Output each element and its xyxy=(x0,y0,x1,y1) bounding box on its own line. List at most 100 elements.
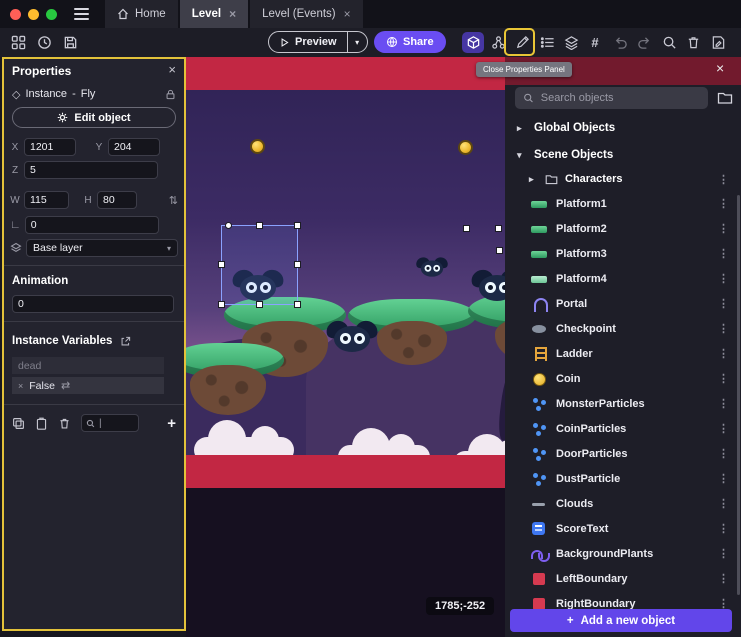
selection-handle[interactable] xyxy=(294,261,301,268)
edit-events-icon[interactable] xyxy=(707,32,729,53)
maximize-window-button[interactable] xyxy=(46,9,57,20)
layers-panel-icon[interactable] xyxy=(560,32,582,53)
coin-instance[interactable] xyxy=(458,140,473,155)
instances-list-icon[interactable] xyxy=(536,32,558,53)
tab-home[interactable]: Home xyxy=(105,0,178,28)
object-item-backgroundplants[interactable]: BackgroundPlants⋮ xyxy=(505,541,741,566)
object-menu-icon[interactable]: ⋮ xyxy=(718,222,729,235)
object-item-portal[interactable]: Portal⋮ xyxy=(505,291,741,316)
x-input[interactable] xyxy=(24,138,76,156)
selection-handle[interactable] xyxy=(218,261,225,268)
object-item-platform4[interactable]: Platform4⋮ xyxy=(505,266,741,291)
close-window-button[interactable] xyxy=(10,9,21,20)
object-menu-icon[interactable]: ⋮ xyxy=(718,372,729,385)
object-item-platform3[interactable]: Platform3⋮ xyxy=(505,241,741,266)
object-item-checkpoint[interactable]: Checkpoint⋮ xyxy=(505,316,741,341)
selection-handle[interactable] xyxy=(495,225,502,232)
variable-name-row[interactable]: dead xyxy=(12,357,164,374)
selection-handle[interactable] xyxy=(496,247,503,254)
object-menu-icon[interactable]: ⋮ xyxy=(718,347,729,360)
tab-level[interactable]: Level × xyxy=(180,0,248,28)
preview-options-dropdown[interactable]: ▾ xyxy=(347,32,367,52)
delete-icon[interactable] xyxy=(682,32,704,53)
platform-island[interactable] xyxy=(186,343,284,415)
close-properties-icon[interactable]: × xyxy=(168,62,176,77)
save-icon[interactable] xyxy=(59,32,81,53)
toggle-value-icon[interactable]: ⇄ xyxy=(61,379,70,392)
group-scene-objects[interactable]: ▾ Scene Objects xyxy=(505,144,741,166)
close-tab-icon[interactable]: × xyxy=(344,7,351,21)
tab-level-events[interactable]: Level (Events) × xyxy=(250,0,363,28)
fly-instance[interactable] xyxy=(324,320,380,356)
search-objects-box[interactable] xyxy=(515,87,708,109)
selection-handle[interactable] xyxy=(218,301,225,308)
object-item-dustparticle[interactable]: DustParticle⋮ xyxy=(505,466,741,491)
objects-scrollbar[interactable] xyxy=(737,195,740,595)
selection-box[interactable] xyxy=(221,225,298,305)
add-variable-button[interactable]: + xyxy=(167,415,176,432)
undo-icon[interactable] xyxy=(609,32,631,53)
object-item-platform1[interactable]: Platform1⋮ xyxy=(505,191,741,216)
selection-handle[interactable] xyxy=(256,301,263,308)
main-menu-icon[interactable] xyxy=(74,8,89,20)
object-item-ladder[interactable]: Ladder⋮ xyxy=(505,341,741,366)
object-item-coin[interactable]: Coin⋮ xyxy=(505,366,741,391)
object-item-coinparticles[interactable]: CoinParticles⋮ xyxy=(505,416,741,441)
edit-object-button[interactable]: Edit object xyxy=(12,107,176,128)
selection-handle[interactable] xyxy=(225,222,232,229)
coin-instance[interactable] xyxy=(250,139,265,154)
paste-icon[interactable] xyxy=(35,417,48,430)
variables-search-box[interactable]: | xyxy=(81,414,139,432)
width-input[interactable] xyxy=(24,191,69,209)
object-menu-icon[interactable]: ⋮ xyxy=(718,247,729,260)
trash-icon[interactable] xyxy=(58,417,71,430)
selection-handle[interactable] xyxy=(294,301,301,308)
object-menu-icon[interactable]: ⋮ xyxy=(718,547,729,560)
object-menu-icon[interactable]: ⋮ xyxy=(718,447,729,460)
item-menu-icon[interactable]: ⋮ xyxy=(718,173,729,186)
angle-input[interactable] xyxy=(25,216,159,234)
lock-icon[interactable] xyxy=(165,89,176,100)
height-input[interactable] xyxy=(97,191,137,209)
selection-handle[interactable] xyxy=(256,222,263,229)
object-menu-icon[interactable]: ⋮ xyxy=(718,297,729,310)
object-groups-icon[interactable] xyxy=(487,32,509,53)
open-projects-icon[interactable] xyxy=(7,32,29,53)
object-menu-icon[interactable]: ⋮ xyxy=(718,322,729,335)
search-objects-input[interactable] xyxy=(541,92,700,104)
object-item-platform2[interactable]: Platform2⋮ xyxy=(505,216,741,241)
share-button[interactable]: Share xyxy=(374,31,446,53)
object-menu-icon[interactable]: ⋮ xyxy=(718,572,729,585)
object-menu-icon[interactable]: ⋮ xyxy=(718,397,729,410)
grid-options-icon[interactable]: # xyxy=(584,32,606,53)
object-menu-icon[interactable]: ⋮ xyxy=(718,497,729,510)
layer-select[interactable]: Base layer ▾ xyxy=(26,239,178,257)
object-menu-icon[interactable]: ⋮ xyxy=(718,522,729,535)
copy-icon[interactable] xyxy=(12,417,25,430)
selection-handle[interactable] xyxy=(463,225,470,232)
z-input[interactable] xyxy=(24,161,158,179)
object-item-clouds[interactable]: Clouds⋮ xyxy=(505,491,741,516)
object-menu-icon[interactable]: ⋮ xyxy=(718,272,729,285)
object-item-monsterparticles[interactable]: MonsterParticles⋮ xyxy=(505,391,741,416)
object-item-scoretext[interactable]: ScoreText⋮ xyxy=(505,516,741,541)
variable-value-row[interactable]: × False ⇄ xyxy=(12,377,164,394)
fly-instance[interactable] xyxy=(415,257,450,279)
object-item-doorparticles[interactable]: DoorParticles⋮ xyxy=(505,441,741,466)
external-link-icon[interactable] xyxy=(120,336,131,347)
animation-input[interactable] xyxy=(12,295,174,313)
folder-characters[interactable]: ▸ Characters ⋮ xyxy=(505,168,741,190)
lock-aspect-ratio-icon[interactable]: ⇅ xyxy=(169,194,178,207)
object-menu-icon[interactable]: ⋮ xyxy=(718,422,729,435)
redo-icon[interactable] xyxy=(633,32,655,53)
add-new-object-button[interactable]: + Add a new object xyxy=(510,609,732,632)
y-input[interactable] xyxy=(108,138,160,156)
close-objects-panel-icon[interactable]: × xyxy=(716,60,724,76)
add-folder-icon[interactable] xyxy=(717,90,733,106)
preview-button[interactable]: Preview xyxy=(269,32,347,52)
close-tab-icon[interactable]: × xyxy=(229,7,236,21)
object-item-leftboundary[interactable]: LeftBoundary⋮ xyxy=(505,566,741,591)
object-menu-icon[interactable]: ⋮ xyxy=(718,197,729,210)
object-menu-icon[interactable]: ⋮ xyxy=(718,472,729,485)
edit-properties-icon[interactable] xyxy=(511,32,533,53)
